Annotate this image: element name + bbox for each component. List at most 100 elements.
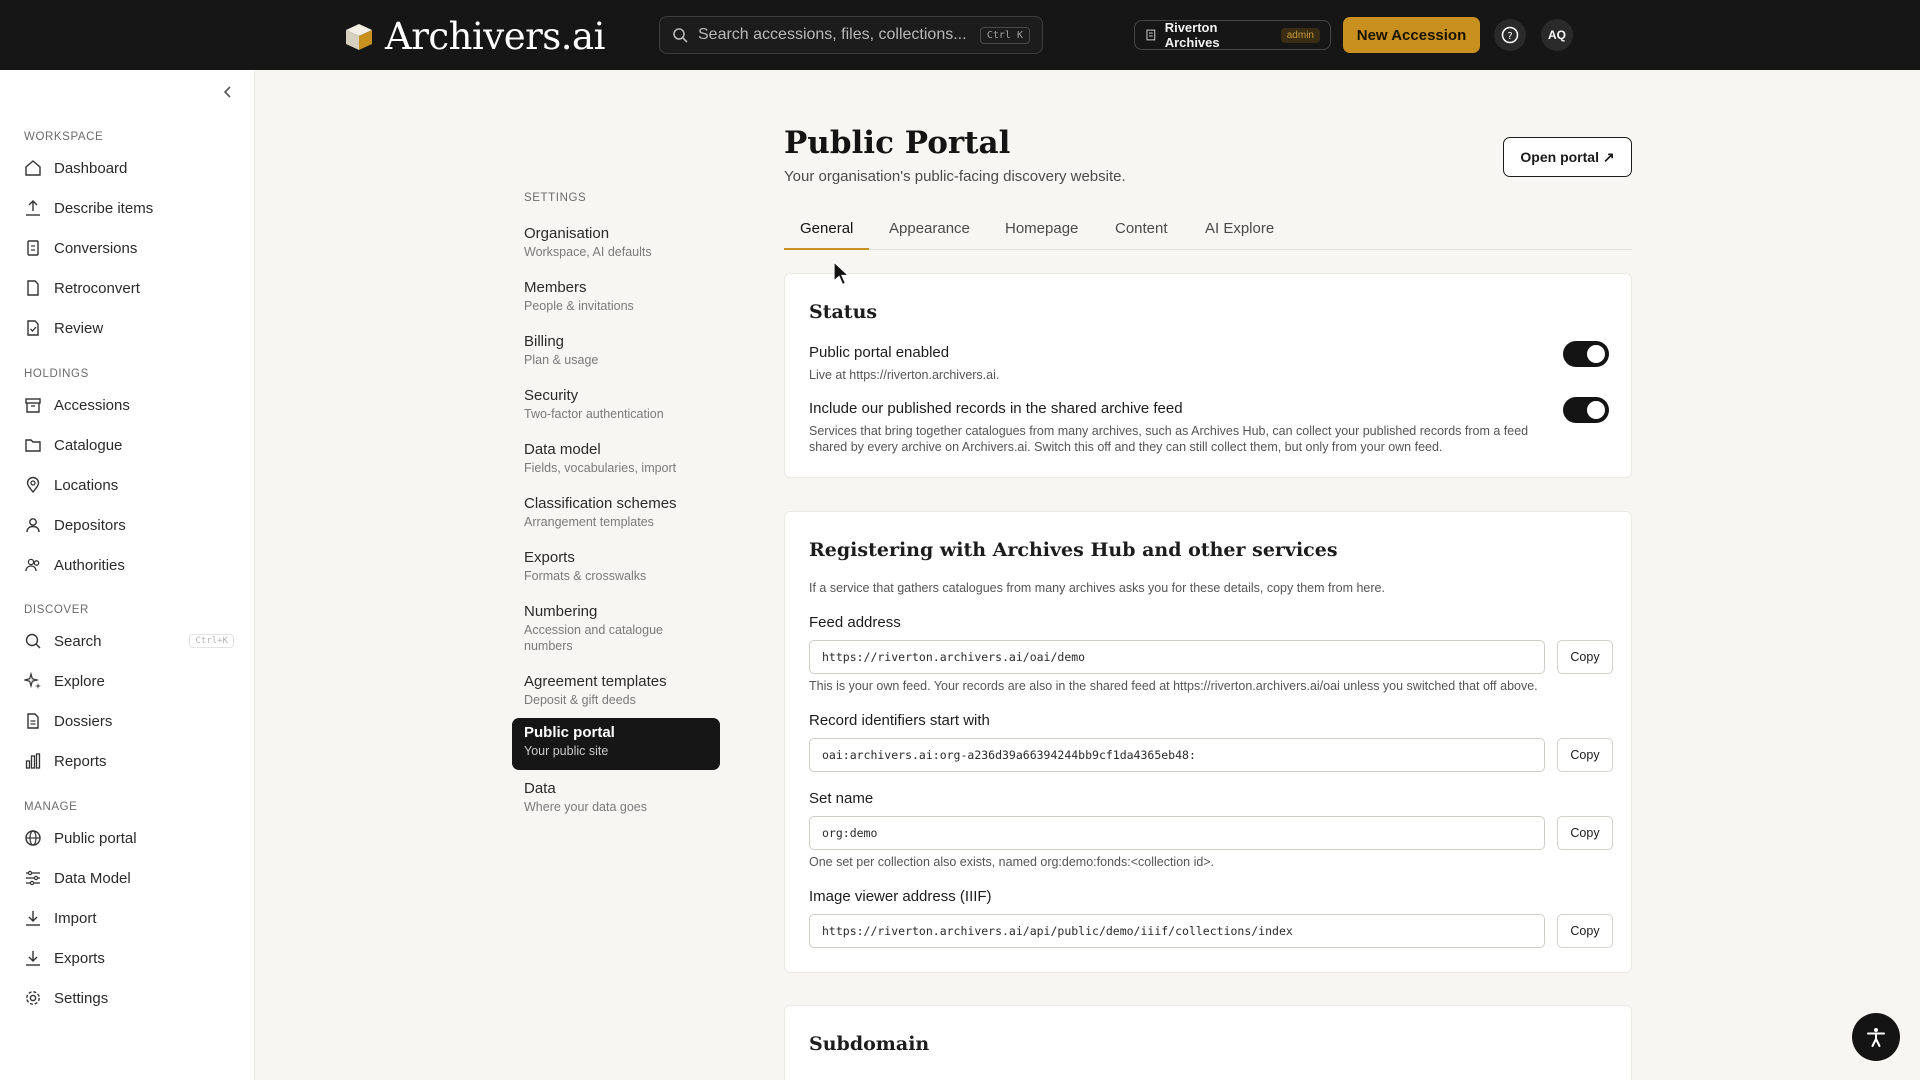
archive-box-logo-icon: [346, 23, 372, 50]
iiif-address-field[interactable]: https://riverton.archivers.ai/api/public…: [809, 914, 1545, 948]
settings-nav-organisation[interactable]: Organisation Workspace, AI defaults: [512, 219, 720, 266]
app-logo[interactable]: Archivers.ai: [343, 15, 605, 58]
settings-nav-label: Members: [524, 279, 587, 296]
document-icon: [27, 280, 39, 296]
sidebar-item-describe-items[interactable]: Describe items: [24, 196, 234, 220]
new-accession-button[interactable]: New Accession: [1343, 17, 1480, 53]
accessibility-button[interactable]: [1852, 1013, 1900, 1061]
sidebar-item-reports[interactable]: Reports: [24, 749, 234, 773]
sidebar-section-holdings: HOLDINGS: [24, 368, 89, 380]
sidebar-item-retroconvert[interactable]: Retroconvert: [24, 276, 234, 300]
settings-nav-billing[interactable]: Billing Plan & usage: [512, 327, 720, 374]
sidebar-item-settings[interactable]: Settings: [24, 986, 234, 1010]
settings-nav-label: Agreement templates: [524, 673, 667, 690]
sidebar-item-authorities[interactable]: Authorities: [24, 553, 234, 577]
tab-ai-explore[interactable]: AI Explore: [1189, 218, 1290, 250]
tab-content[interactable]: Content: [1099, 218, 1184, 250]
settings-nav-numbering[interactable]: Numbering Accession and catalogue numbers: [512, 597, 682, 660]
global-search[interactable]: Search accessions, files, collections...…: [659, 16, 1043, 54]
sidebar-item-public-portal[interactable]: Public portal: [24, 826, 234, 850]
sidebar-item-label: Explore: [54, 672, 105, 690]
portal-enabled-title: Public portal enabled: [809, 344, 950, 361]
settings-nav-classification-schemes[interactable]: Classification schemes Arrangement templa…: [512, 489, 720, 536]
set-name-field[interactable]: org:demo: [809, 816, 1545, 850]
settings-nav-sub: Two-factor authentication: [524, 407, 664, 421]
sidebar-item-accessions[interactable]: Accessions: [24, 393, 234, 417]
sidebar-item-explore[interactable]: Explore: [24, 669, 234, 693]
feed-address-field[interactable]: https://riverton.archivers.ai/oai/demo: [809, 640, 1545, 674]
copy-set-name-button[interactable]: Copy: [1557, 816, 1613, 850]
sidebar-item-depositors[interactable]: Depositors: [24, 513, 234, 537]
top-bar: Archivers.ai Search accessions, files, c…: [0, 0, 1920, 70]
sidebar-item-exports[interactable]: Exports: [24, 946, 234, 970]
sidebar-section-discover: DISCOVER: [24, 604, 89, 616]
settings-nav-sub: Where your data goes: [524, 800, 647, 814]
sidebar-item-label: Import: [54, 909, 97, 927]
shared-feed-toggle[interactable]: [1563, 397, 1609, 423]
settings-nav-sub: Accession and catalogue numbers: [524, 623, 663, 653]
iiif-address-label: Image viewer address (IIIF): [809, 888, 992, 905]
sidebar-item-review[interactable]: Review: [24, 316, 234, 340]
sidebar-item-label: Settings: [54, 989, 109, 1007]
sidebar-item-import[interactable]: Import: [24, 906, 234, 930]
collapse-sidebar-icon[interactable]: [220, 84, 236, 100]
settings-nav-security[interactable]: Security Two-factor authentication: [512, 381, 720, 428]
sidebar-item-search[interactable]: Search Ctrl+K: [24, 629, 234, 653]
home-icon: [25, 160, 41, 176]
shared-feed-title: Include our published records in the sha…: [809, 400, 1183, 417]
settings-nav-label: Numbering: [524, 603, 598, 620]
sidebar-item-label: Dashboard: [54, 159, 128, 177]
sidebar-item-label: Review: [54, 319, 104, 337]
copy-record-identifiers-button[interactable]: Copy: [1557, 738, 1613, 772]
settings-nav-sub: Arrangement templates: [524, 515, 654, 529]
settings-nav-label: Exports: [524, 549, 575, 566]
sidebar-item-label: Catalogue: [54, 436, 123, 454]
sidebar-item-label: Authorities: [54, 556, 125, 574]
settings-nav-agreement-templates[interactable]: Agreement templates Deposit & gift deeds: [512, 667, 720, 714]
copy-iiif-address-button[interactable]: Copy: [1557, 914, 1613, 948]
sidebar-item-dossiers[interactable]: Dossiers: [24, 709, 234, 733]
bar-chart-icon: [25, 753, 41, 769]
sparkle-icon: [24, 672, 41, 689]
sidebar-item-data-model[interactable]: Data Model: [24, 866, 234, 890]
tab-homepage[interactable]: Homepage: [989, 218, 1094, 250]
sidebar-item-label: Reports: [54, 752, 107, 770]
settings-nav-public-portal[interactable]: Public portal Your public site: [512, 718, 720, 770]
search-icon: [673, 28, 688, 43]
sidebar-item-label: Exports: [54, 949, 105, 967]
settings-nav-members[interactable]: Members People & invitations: [512, 273, 720, 320]
tab-general[interactable]: General: [784, 218, 870, 250]
user-avatar[interactable]: AQ: [1541, 19, 1573, 51]
portal-enabled-toggle[interactable]: [1563, 341, 1609, 367]
settings-nav-label: Security: [524, 387, 579, 404]
copy-feed-address-button[interactable]: Copy: [1557, 640, 1613, 674]
sidebar-item-locations[interactable]: Locations: [24, 473, 234, 497]
help-button[interactable]: ?: [1494, 19, 1526, 51]
settings-nav-exports[interactable]: Exports Formats & crosswalks: [512, 543, 720, 590]
document-icon: [27, 713, 39, 729]
sidebar-item-label: Dossiers: [54, 712, 113, 730]
globe-icon: [25, 830, 41, 846]
record-identifiers-field[interactable]: oai:archivers.ai:org-a236d39a66394244bb9…: [809, 738, 1545, 772]
set-name-label: Set name: [809, 790, 874, 807]
map-pin-icon: [26, 476, 40, 494]
download-icon: [26, 911, 40, 926]
settings-nav-data[interactable]: Data Where your data goes: [512, 774, 720, 821]
app-name: Archivers.ai: [385, 15, 605, 58]
settings-nav-sub: Fields, vocabularies, import: [524, 461, 677, 475]
folder-icon: [25, 439, 41, 452]
archive-switcher[interactable]: Riverton Archives admin: [1134, 20, 1331, 50]
search-input[interactable]: Search accessions, files, collections...: [698, 26, 980, 44]
sidebar-item-label: Describe items: [54, 199, 154, 217]
subdomain-card: Subdomain: [784, 1005, 1632, 1080]
sidebar-item-conversions[interactable]: Conversions: [24, 236, 234, 260]
sidebar-item-catalogue[interactable]: Catalogue: [24, 433, 234, 457]
settings-nav-data-model[interactable]: Data model Fields, vocabularies, import: [512, 435, 720, 482]
settings-nav-label: Data: [524, 780, 556, 797]
tab-bar: General Appearance Homepage Content AI E…: [784, 218, 1632, 250]
sidebar-item-label: Search: [54, 632, 102, 650]
gear-icon: [26, 991, 40, 1005]
sidebar-item-dashboard[interactable]: Dashboard: [24, 156, 234, 180]
open-portal-button[interactable]: Open portal ↗: [1503, 137, 1632, 177]
tab-appearance[interactable]: Appearance: [873, 218, 986, 250]
